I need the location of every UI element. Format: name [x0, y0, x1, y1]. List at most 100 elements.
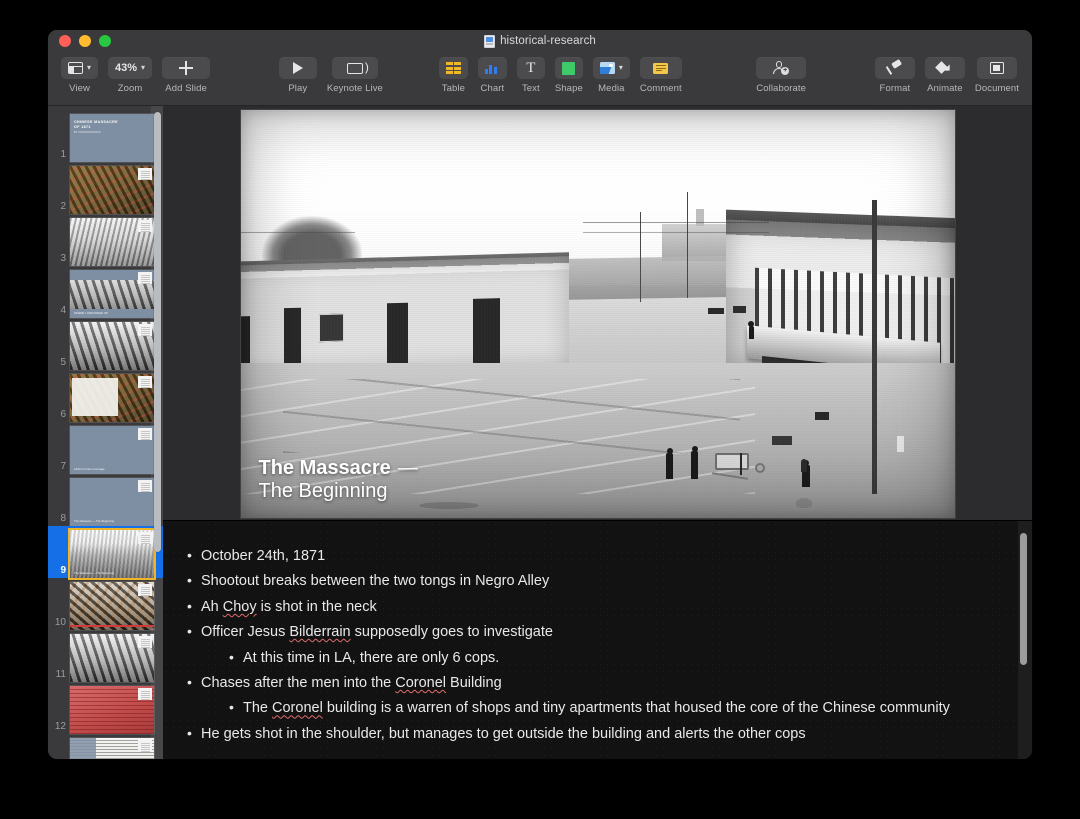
- note-item[interactable]: Chases after the men into the Coronel Bu…: [185, 671, 992, 695]
- play-label: Play: [288, 83, 308, 94]
- format-label: Format: [879, 83, 911, 94]
- thumbnail-image: [70, 582, 154, 630]
- presenter-notes-badge: [138, 168, 152, 180]
- slide-thumbnail-1[interactable]: 1 CHINESE MASSACRE OF 1871 BY XXXXXXXXXXX…: [48, 110, 163, 162]
- slide-thumbnail-9[interactable]: 9 The Massacre — The Beginning: [48, 526, 163, 578]
- misspelled-word: Bilderrain: [289, 624, 351, 641]
- thumbnail-image: [70, 738, 154, 759]
- slide-thumbnail-12[interactable]: 12: [48, 682, 163, 734]
- slide-number: 10: [54, 617, 66, 628]
- slide-thumbnail-2[interactable]: 2: [48, 162, 163, 214]
- view-button[interactable]: ▾ View: [56, 57, 103, 94]
- shape-label: Shape: [554, 83, 583, 94]
- table-label: Table: [441, 83, 465, 94]
- presenter-notes-badge: [138, 532, 152, 544]
- note-item[interactable]: Ah Choy is shot in the neck: [185, 595, 992, 619]
- window-title: historical-research: [500, 35, 596, 47]
- shape-square-icon: [562, 61, 576, 75]
- comment-label: Comment: [639, 83, 682, 94]
- view-layout-icon: [68, 62, 83, 74]
- animate-label: Animate: [927, 83, 963, 94]
- keynote-live-button[interactable]: Keynote Live: [322, 57, 388, 94]
- document-inspector-button[interactable]: Document: [970, 57, 1024, 94]
- slide-thumbnail-13[interactable]: 13: [48, 734, 163, 759]
- slide-number: 12: [54, 721, 66, 732]
- slide-navigator[interactable]: 1 CHINESE MASSACRE OF 1871 BY XXXXXXXXXXX…: [48, 106, 163, 759]
- chevron-down-icon: ▾: [618, 63, 623, 72]
- main-toolbar: ▾ View 43% ▾ Zoom Add Slide Play) Keyno…: [48, 52, 1032, 106]
- note-item-sub[interactable]: The Coronel building is a warren of shop…: [227, 696, 992, 720]
- thumbnail-image: CHINESE MASSACRE OF 1871 BY XXXXXXXXXXXXX: [70, 114, 154, 162]
- slide-number: 4: [60, 305, 66, 316]
- presenter-notes-badge: [138, 324, 152, 336]
- table-grid-icon: [445, 62, 461, 74]
- insert-chart-button[interactable]: Chart: [473, 57, 512, 94]
- window-controls: [59, 35, 111, 47]
- notes-scrollbar-thumb[interactable]: [1020, 533, 1027, 665]
- notes-bullet-list: October 24th, 1871 Shootout breaks betwe…: [185, 544, 992, 746]
- thumbnail-image: The Massacre — The Beginning: [70, 530, 154, 578]
- add-slide-button[interactable]: Add Slide: [157, 57, 215, 94]
- presenter-notes-pane[interactable]: October 24th, 1871 Shootout breaks betwe…: [163, 520, 1032, 759]
- slide-number: 3: [60, 253, 66, 264]
- thumbnail-caption: WHERE I GROUNDED UP: [74, 311, 108, 315]
- document-frame-icon: [989, 62, 1004, 74]
- keynote-live-label: Keynote Live: [326, 83, 383, 94]
- slide-thumbnail-11[interactable]: 11: [48, 630, 163, 682]
- slide-canvas[interactable]: The Massacre — The Beginning: [240, 110, 955, 518]
- presenter-notes-badge: [138, 584, 152, 596]
- insert-shape-button[interactable]: Shape: [550, 57, 588, 94]
- chart-label: Chart: [480, 83, 505, 94]
- slide-thumbnail-3[interactable]: 3: [48, 214, 163, 266]
- slide-thumbnail-8[interactable]: 8 The Massacre — The Beginning: [48, 474, 163, 526]
- minimize-button[interactable]: [79, 35, 91, 47]
- note-item[interactable]: He gets shot in the shoulder, but manage…: [185, 722, 992, 746]
- close-button[interactable]: [59, 35, 71, 47]
- format-inspector-button[interactable]: Format: [870, 57, 920, 94]
- note-item-sub[interactable]: At this time in LA, there are only 6 cop…: [227, 646, 992, 670]
- presenter-notes-text[interactable]: October 24th, 1871 Shootout breaks betwe…: [163, 521, 1032, 746]
- insert-media-button[interactable]: ▾ Media: [588, 57, 635, 94]
- toolbar-group-insert: Table Chart T Text Shape ▾ Media Comment: [434, 57, 687, 94]
- text-t-icon: T: [526, 59, 536, 76]
- thumbnail-image: [70, 322, 154, 370]
- navigator-slide-list: 1 CHINESE MASSACRE OF 1871 BY XXXXXXXXXXX…: [48, 106, 163, 759]
- zoom-button[interactable]: 43% ▾ Zoom: [103, 57, 157, 94]
- presenter-notes-badge: [138, 480, 152, 492]
- maximize-button[interactable]: [99, 35, 111, 47]
- note-item[interactable]: Officer Jesus Bilderrain supposedly goes…: [185, 620, 992, 644]
- collaborate-person-add-icon: +: [773, 61, 790, 76]
- insert-text-button[interactable]: T Text: [512, 57, 550, 94]
- window-title-group: historical-research: [48, 30, 1032, 52]
- slide-thumbnail-4[interactable]: 4 WHERE I GROUNDED UP: [48, 266, 163, 318]
- slide-number: 1: [60, 149, 66, 160]
- slide-title[interactable]: The Massacre — The Beginning: [259, 457, 425, 502]
- animate-inspector-button[interactable]: Animate: [920, 57, 970, 94]
- thumbnail-title: CHINESE MASSACRE OF 1871: [74, 120, 118, 130]
- thumbnail-image: [70, 218, 154, 266]
- slide-thumbnail-6[interactable]: 6: [48, 370, 163, 422]
- slide-number: 9: [60, 565, 66, 576]
- animate-diamonds-icon: [935, 61, 953, 74]
- note-item[interactable]: October 24th, 1871: [185, 544, 992, 568]
- note-item[interactable]: Shootout breaks between the two tongs in…: [185, 569, 992, 593]
- media-photo-icon: [599, 62, 615, 74]
- slide-thumbnail-7[interactable]: 7 Alvitre's Posto Coverage: [48, 422, 163, 474]
- thumbnail-image: WHERE I GROUNDED UP: [70, 270, 154, 318]
- insert-table-button[interactable]: Table: [434, 57, 473, 94]
- slide-thumbnail-10[interactable]: 10: [48, 578, 163, 630]
- media-label: Media: [598, 83, 625, 94]
- slide-thumbnail-5[interactable]: 5: [48, 318, 163, 370]
- thumbnail-caption: Alvitre's Posto Coverage: [74, 467, 105, 471]
- window-titlebar[interactable]: historical-research: [48, 30, 1032, 52]
- slide-number: 7: [60, 461, 66, 472]
- play-button[interactable]: Play: [274, 57, 322, 94]
- play-triangle-icon: [292, 62, 303, 74]
- slide-canvas-area[interactable]: The Massacre — The Beginning: [163, 106, 1032, 520]
- navigator-scrollbar-thumb[interactable]: [154, 112, 161, 552]
- collaborate-button[interactable]: + Collaborate: [751, 57, 811, 94]
- zoom-label: Zoom: [117, 83, 143, 94]
- thumbnail-image: Alvitre's Posto Coverage: [70, 426, 154, 474]
- insert-comment-button[interactable]: Comment: [635, 57, 687, 94]
- view-label: View: [69, 83, 90, 94]
